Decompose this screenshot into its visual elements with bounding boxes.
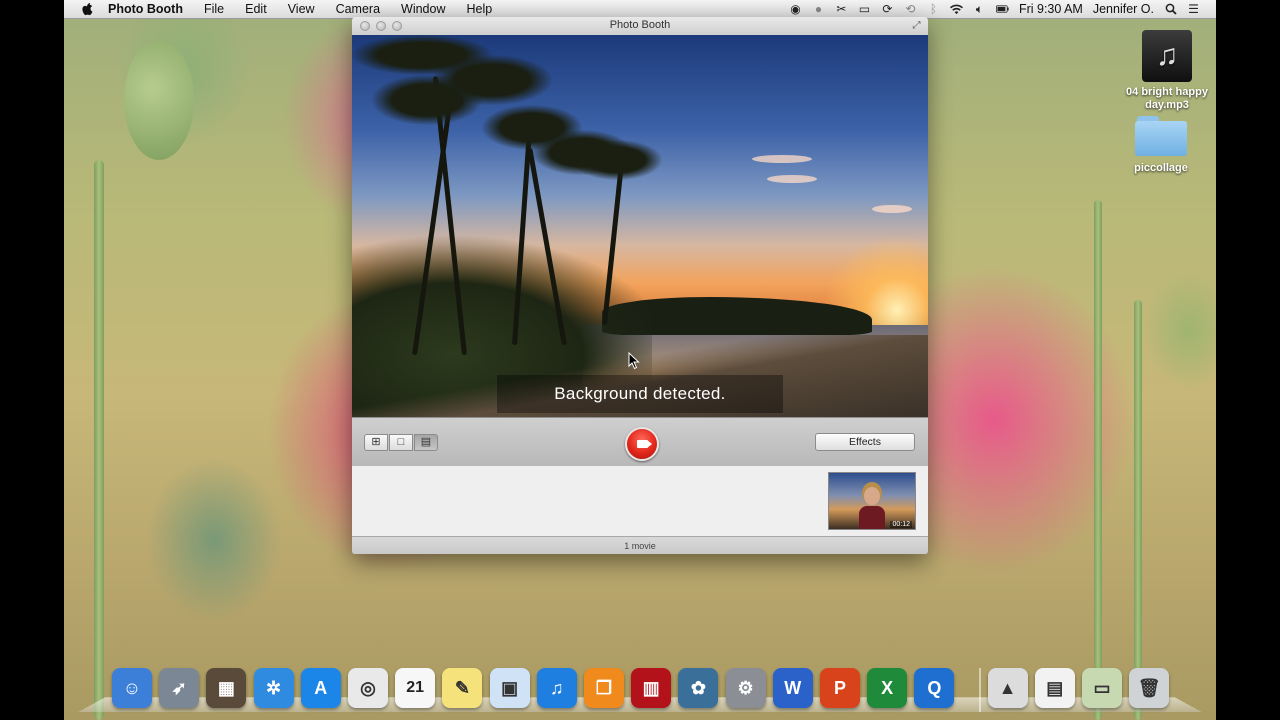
window-titlebar[interactable]: Photo Booth ⤢	[352, 17, 928, 36]
document-icon[interactable]: ▤	[1034, 668, 1075, 708]
four-photo-mode-button[interactable]: ⊞	[364, 434, 388, 451]
wallpaper-stem	[1094, 200, 1102, 720]
preview-icon[interactable]: ▣	[489, 668, 530, 708]
cloud	[872, 205, 912, 213]
chrome-icon[interactable]: ◎	[348, 668, 388, 708]
finder-icon[interactable]: ☺	[112, 668, 152, 708]
record-status-icon[interactable]: ◉	[789, 2, 802, 16]
powerpoint-icon[interactable]: P	[820, 668, 860, 708]
menu-clock[interactable]: Fri 9:30 AM	[1019, 2, 1083, 16]
palm-fronds	[352, 35, 492, 75]
video-camera-icon	[636, 440, 648, 448]
tools-icon[interactable]: ✂	[835, 2, 848, 16]
music-file-icon: ♫	[1142, 30, 1192, 82]
window-title: Photo Booth	[609, 19, 671, 31]
rocket-icon[interactable]: ➶	[159, 668, 200, 708]
folder-icon	[1135, 116, 1187, 156]
menu-camera[interactable]: Camera	[336, 2, 380, 16]
calendar-icon[interactable]: 21	[395, 668, 436, 708]
applications-folder-icon[interactable]: ▲	[987, 668, 1028, 708]
fullscreen-icon[interactable]: ⤢	[911, 20, 922, 31]
photo-booth-toolbar: ⊞ □ ▤ Effects	[352, 417, 928, 467]
wifi-icon[interactable]	[949, 3, 963, 16]
battery-icon[interactable]	[995, 3, 1009, 16]
volume-icon[interactable]: 🔈︎	[973, 2, 986, 16]
music-note-icon[interactable]: ♫	[536, 668, 577, 708]
curtain-icon[interactable]: ▥	[631, 668, 672, 708]
wallpaper-poppy-pod	[124, 40, 194, 160]
photo-booth-icon[interactable]: ▦	[206, 668, 247, 708]
book-icon[interactable]: ❐	[584, 668, 624, 708]
menu-user[interactable]: Jennifer O.	[1093, 2, 1154, 16]
desktop-folder-piccollage[interactable]: piccollage	[1124, 116, 1198, 174]
gear-icon[interactable]: ⚙	[725, 668, 766, 708]
app-store-icon[interactable]: A	[300, 668, 341, 708]
desktop-file-label: 04 bright happy day.mp3	[1126, 86, 1208, 111]
menu-window[interactable]: Window	[401, 2, 445, 16]
menu-view[interactable]: View	[288, 2, 315, 16]
spotlight-search-icon[interactable]	[1164, 3, 1177, 16]
wallpaper-stem	[94, 160, 104, 720]
media-tray: 00:12	[352, 466, 928, 536]
compass-icon[interactable]: ✲	[253, 668, 294, 708]
drive-status-icon[interactable]: ●	[812, 2, 825, 16]
effects-button[interactable]: Effects	[815, 433, 915, 451]
dock: ☺ ➶ ▦ ✲ A ◎ 21 ✎ ▣ ♫ ❐ ▥ ✿ ⚙ W P X Q ▲ ▤ ▭ 🗑︎	[78, 664, 1202, 720]
background-detected-message: Background detected.	[497, 375, 783, 413]
airplay-icon[interactable]: ▭	[858, 2, 871, 16]
iphoto-icon[interactable]: ✿	[678, 668, 719, 708]
grid-icon: ⊞	[371, 436, 381, 448]
trash-icon[interactable]: 🗑︎	[1129, 668, 1170, 708]
dock-separator	[979, 668, 981, 712]
downloads-icon[interactable]: ▭	[1082, 668, 1122, 708]
thumbnail-duration: 00:12	[890, 521, 912, 528]
record-button[interactable]	[625, 427, 659, 461]
notification-center-icon[interactable]: ☰	[1187, 2, 1200, 16]
quicktime-icon[interactable]: Q	[914, 668, 955, 708]
wallpaper-stem	[1134, 300, 1142, 720]
word-icon[interactable]: W	[772, 668, 813, 708]
excel-icon[interactable]: X	[867, 668, 908, 708]
movie-count: 1 movie	[624, 541, 656, 551]
square-icon: □	[397, 436, 405, 448]
desktop-file-mp3[interactable]: ♫ 04 bright happy day.mp3	[1124, 30, 1210, 112]
apple-menu-icon[interactable]	[80, 2, 94, 16]
movie-thumbnail[interactable]: 00:12	[828, 472, 916, 530]
bluetooth-icon[interactable]: ᛒ	[927, 2, 940, 16]
menu-app-name[interactable]: Photo Booth	[108, 2, 183, 16]
time-machine-icon[interactable]: ⟲	[904, 2, 917, 16]
notes-icon[interactable]: ✎	[442, 668, 483, 708]
status-area: ◉ ● ✂ ▭ ⟳ ⟲ ᛒ 🔈︎ Fri 9:30 AM Jennifer O.…	[789, 2, 1216, 17]
desktop-folder-label: piccollage	[1134, 162, 1188, 174]
cloud	[752, 155, 812, 163]
cloud	[767, 175, 817, 183]
palm-fronds	[572, 140, 662, 180]
single-photo-mode-button[interactable]: □	[389, 434, 413, 451]
camera-preview: Background detected.	[352, 35, 928, 417]
menu-help[interactable]: Help	[467, 2, 493, 16]
window-status-bar: 1 movie	[352, 536, 928, 554]
sync-icon[interactable]: ⟳	[881, 2, 894, 16]
film-icon: ▤	[420, 436, 432, 448]
menu-file[interactable]: File	[204, 2, 224, 16]
photo-booth-window: Photo Booth ⤢ Background detected. ⊞ □ ▤…	[352, 17, 928, 554]
menu-edit[interactable]: Edit	[245, 2, 267, 16]
person-figure	[859, 487, 885, 529]
movie-mode-button[interactable]: ▤	[414, 434, 438, 451]
